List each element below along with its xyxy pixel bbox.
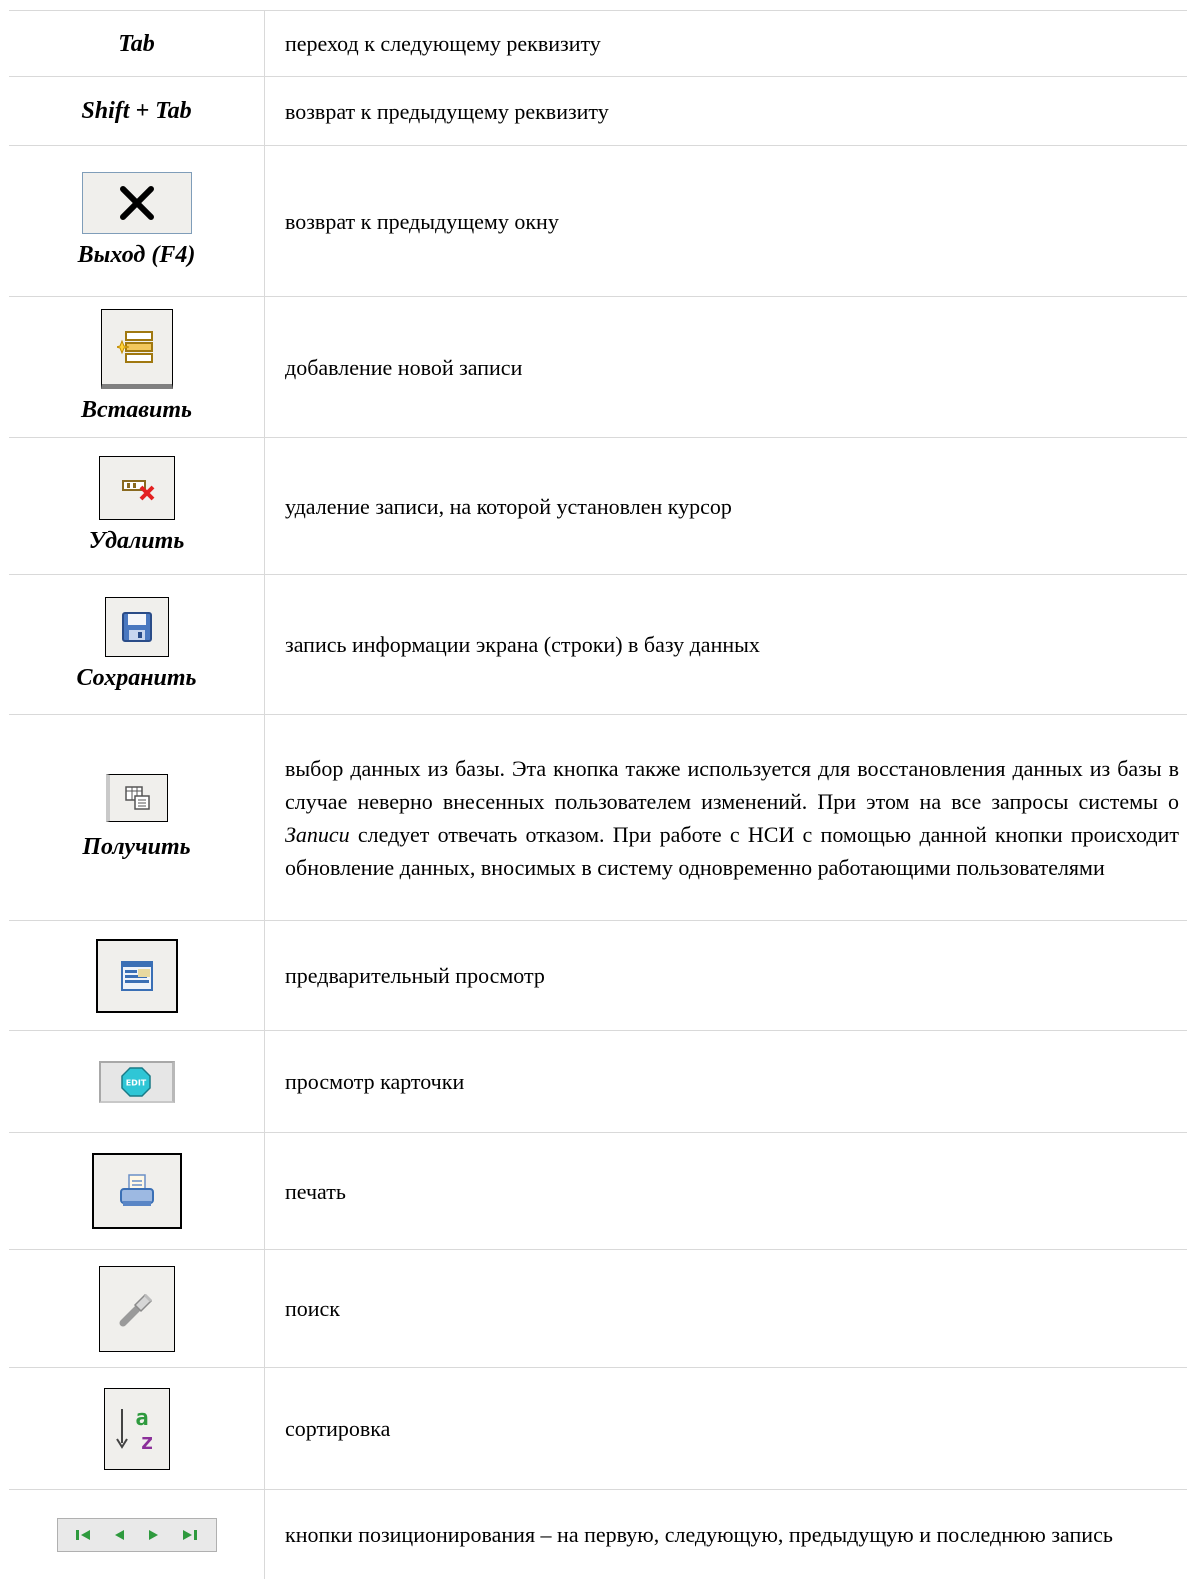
- insert-record-icon: [116, 331, 153, 363]
- description-cell: запись информации экрана (строки) в базу…: [265, 575, 1187, 714]
- description-cell: удаление записи, на которой установлен к…: [265, 438, 1187, 574]
- table-row: предварительный просмотр: [9, 921, 1187, 1031]
- key-cell: Выход (F4): [9, 146, 265, 296]
- close-x-icon: [119, 186, 154, 220]
- first-record-icon[interactable]: [74, 1528, 94, 1542]
- key-cell: EDIT: [9, 1031, 265, 1132]
- save-button[interactable]: [104, 596, 169, 657]
- key-cell: a z: [9, 1368, 265, 1489]
- description-cell: предварительный просмотр: [265, 921, 1187, 1030]
- description-text: кнопки позиционирования – на первую, сле…: [285, 1522, 1113, 1547]
- table-row: кнопки позиционирования – на первую, сле…: [9, 1490, 1187, 1579]
- table-row: поиск: [9, 1250, 1187, 1368]
- edit-card-icon: EDIT: [121, 1066, 151, 1097]
- button-label: Вставить: [80, 397, 193, 423]
- key-cell: Получить: [9, 715, 265, 920]
- table-row: Shift + Tab возврат к предыдущему реквиз…: [9, 77, 1187, 146]
- button-label: Получить: [82, 833, 191, 860]
- description-cell: печать: [265, 1133, 1187, 1249]
- svg-text:EDIT: EDIT: [126, 1078, 147, 1087]
- floppy-save-icon: [121, 611, 152, 642]
- navigation-toolbar: [56, 1517, 217, 1552]
- description-cell: переход к следующему реквизиту: [265, 11, 1187, 76]
- description-text: удаление записи, на которой установлен к…: [285, 493, 732, 519]
- key-cell: Tab: [9, 11, 265, 76]
- table-row: Сохранить запись информации экрана (стро…: [9, 575, 1187, 715]
- description-cell: возврат к предыдущему окну: [265, 146, 1187, 296]
- table-row: Выход (F4) возврат к предыдущему окну: [9, 146, 1187, 297]
- key-cell: [9, 1250, 265, 1367]
- table-row: печать: [9, 1133, 1187, 1250]
- description-text: предварительный просмотр: [285, 963, 545, 988]
- delete-record-icon: [121, 480, 154, 501]
- description-text: поиск: [285, 1296, 340, 1321]
- last-record-icon[interactable]: [179, 1528, 199, 1542]
- edit-card-button[interactable]: EDIT: [98, 1060, 175, 1103]
- description-text: возврат к предыдущему окну: [285, 208, 559, 234]
- retrieve-button[interactable]: [105, 773, 168, 822]
- description-text: сортировка: [285, 1416, 391, 1441]
- sort-button[interactable]: a z: [103, 1387, 170, 1470]
- previous-record-icon[interactable]: [112, 1528, 128, 1542]
- description-text: выбор данных из базы. Эта кнопка также и…: [285, 755, 1179, 880]
- description-text: возврат к предыдущему реквизиту: [285, 98, 609, 124]
- key-cell: Вставить: [9, 297, 265, 437]
- search-button[interactable]: [98, 1265, 175, 1352]
- button-label: Удалить: [88, 528, 185, 554]
- svg-text:a: a: [135, 1406, 148, 1431]
- key-cell: [9, 921, 265, 1030]
- description-cell: просмотр карточки: [265, 1031, 1187, 1132]
- key-label: Shift + Tab: [81, 98, 192, 124]
- table-row: Удалить удаление записи, на которой уста…: [9, 438, 1187, 575]
- search-torch-icon: [119, 1293, 152, 1326]
- next-record-icon[interactable]: [145, 1528, 161, 1542]
- hotkeys-table: Tab переход к следующему реквизиту Shift…: [9, 10, 1187, 1579]
- preview-icon: [120, 960, 153, 991]
- svg-text:z: z: [140, 1430, 153, 1455]
- sort-az-icon: a z: [115, 1406, 153, 1455]
- key-cell: Сохранить: [9, 575, 265, 714]
- description-text: печать: [285, 1178, 346, 1204]
- exit-button[interactable]: [81, 172, 192, 234]
- key-cell: Shift + Tab: [9, 77, 265, 145]
- description-cell: добавление новой записи: [265, 297, 1187, 437]
- description-cell: возврат к предыдущему реквизиту: [265, 77, 1187, 145]
- description-cell: выбор данных из базы. Эта кнопка также и…: [265, 715, 1187, 920]
- delete-button[interactable]: [98, 456, 175, 520]
- description-cell: кнопки позиционирования – на первую, сле…: [265, 1490, 1187, 1579]
- emphasis-text: Записи: [285, 821, 350, 847]
- print-button[interactable]: [91, 1153, 182, 1229]
- button-label: Выход (F4): [77, 242, 196, 268]
- key-cell: [9, 1490, 265, 1579]
- table-row: EDIT просмотр карточки: [9, 1031, 1187, 1133]
- retrieve-data-icon: [125, 785, 150, 810]
- key-cell: [9, 1133, 265, 1249]
- description-text: просмотр карточки: [285, 1069, 465, 1094]
- description-cell: сортировка: [265, 1368, 1187, 1489]
- table-row: a z сортировка: [9, 1368, 1187, 1490]
- key-cell: Удалить: [9, 438, 265, 574]
- insert-button[interactable]: [100, 309, 173, 389]
- description-text: добавление новой записи: [285, 354, 523, 380]
- table-row: Получить выбор данных из базы. Эта кнопк…: [9, 715, 1187, 921]
- preview-button[interactable]: [95, 938, 178, 1013]
- table-row: Вставить добавление новой записи: [9, 297, 1187, 438]
- button-label: Сохранить: [76, 664, 197, 691]
- description-text: переход к следующему реквизиту: [285, 31, 601, 56]
- printer-icon: [119, 1174, 154, 1206]
- table-row: Tab переход к следующему реквизиту: [9, 11, 1187, 77]
- description-cell: поиск: [265, 1250, 1187, 1367]
- description-text: запись информации экрана (строки) в базу…: [285, 632, 760, 657]
- key-label: Tab: [118, 30, 155, 57]
